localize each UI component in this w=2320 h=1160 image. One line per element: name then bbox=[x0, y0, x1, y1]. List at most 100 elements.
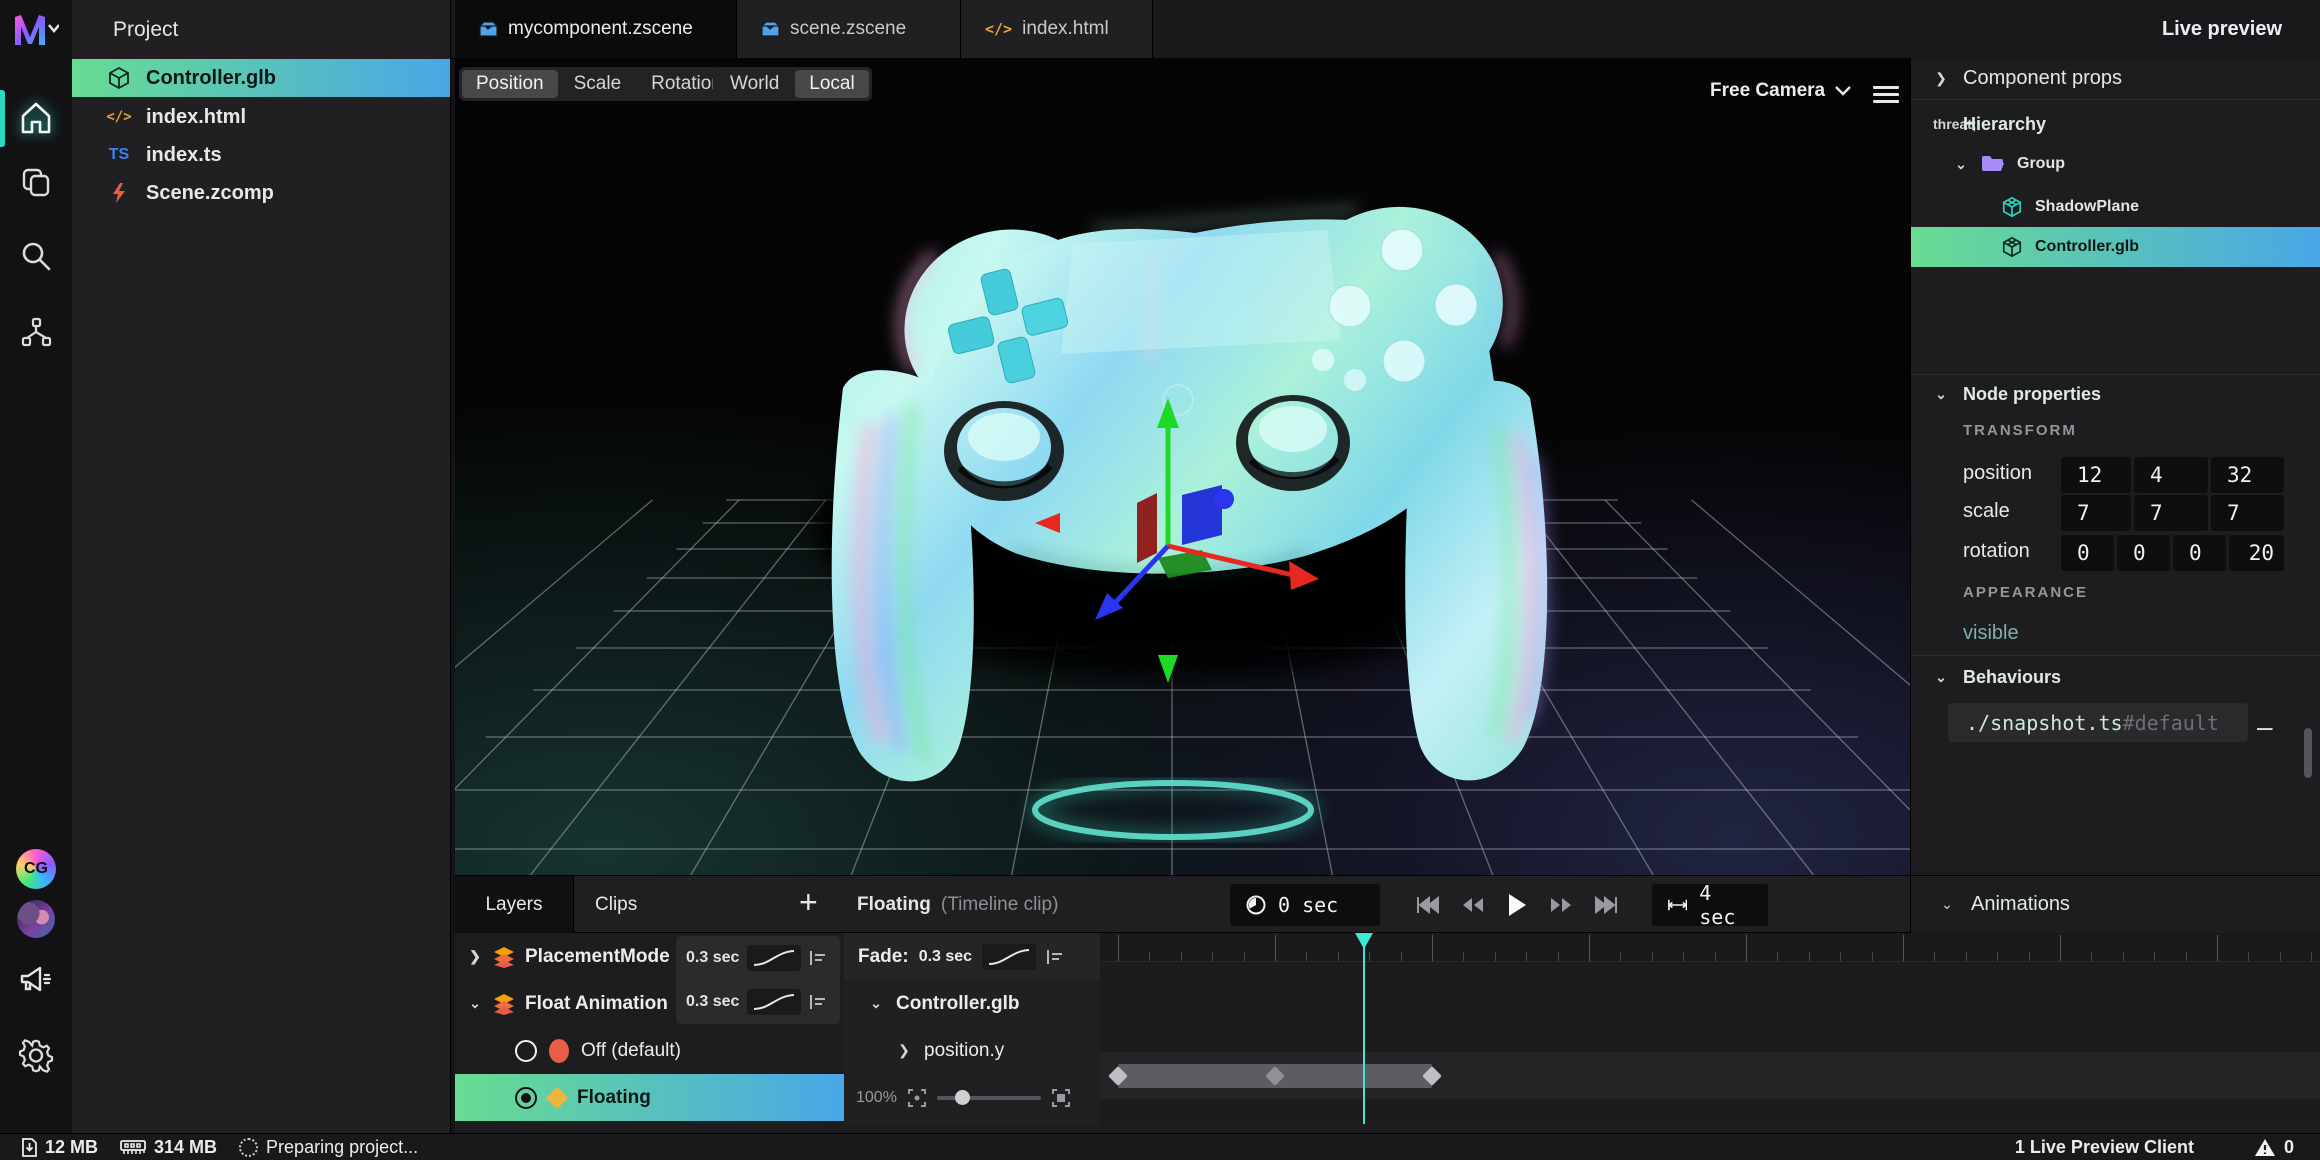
user-avatar[interactable]: CG bbox=[0, 848, 72, 890]
hierarchy-item-group[interactable]: ⌄ Group bbox=[1911, 144, 2320, 184]
layer-name: PlacementMode bbox=[525, 946, 670, 968]
zoom-fit-icon[interactable] bbox=[907, 1088, 927, 1108]
section-component-props[interactable]: ❯ Component props bbox=[1911, 58, 2320, 100]
search-button[interactable] bbox=[0, 232, 72, 280]
node-label: ShadowPlane bbox=[2035, 198, 2139, 216]
viewport-3d[interactable]: Position Scale Rotation World Local Free… bbox=[455, 58, 1910, 875]
keyframe-area[interactable]: 0s1s2s3s4s5s6s7s bbox=[1100, 933, 2320, 1124]
warnings-counter[interactable]: 0 bbox=[2254, 1137, 2294, 1158]
ram-icon bbox=[120, 1139, 146, 1155]
scale-x-field[interactable]: 7 bbox=[2061, 495, 2131, 531]
zoom-fill-icon[interactable] bbox=[1051, 1088, 1071, 1108]
current-time-display[interactable]: 0 sec bbox=[1230, 884, 1380, 926]
file-item-scene-zcomp[interactable]: Scene.zcomp bbox=[72, 174, 450, 212]
track-name: position.y bbox=[924, 1040, 1004, 1062]
chevron-down-icon bbox=[1835, 86, 1851, 96]
viewport-menu-button[interactable] bbox=[1873, 82, 1899, 107]
zoom-slider-knob[interactable] bbox=[955, 1090, 970, 1105]
section-animations[interactable]: ⌄ Animations bbox=[1910, 876, 2320, 933]
remove-behaviour-button[interactable]: – bbox=[2257, 711, 2273, 743]
fade-row: Fade: 0.3 sec bbox=[844, 933, 1100, 980]
scale-y-field[interactable]: 7 bbox=[2134, 495, 2208, 531]
space-toggle: World Local bbox=[713, 67, 872, 101]
duration-display[interactable]: 4 sec bbox=[1652, 884, 1768, 926]
layer-row-float-animation[interactable]: ⌄ Float Animation bbox=[455, 980, 844, 1027]
active-clip-type: (Timeline clip) bbox=[941, 894, 1059, 916]
scale-label: scale bbox=[1963, 500, 2010, 523]
mode-scale-button[interactable]: Scale bbox=[560, 70, 636, 98]
mode-position-button[interactable]: Position bbox=[462, 70, 558, 98]
layer-stack-icon bbox=[493, 993, 515, 1015]
appearance-category-label: APPEARANCE bbox=[1963, 584, 2088, 601]
settings-button[interactable] bbox=[0, 1032, 72, 1080]
profile-avatar[interactable] bbox=[0, 898, 72, 940]
space-local-button[interactable]: Local bbox=[795, 70, 868, 98]
skip-start-button[interactable] bbox=[1415, 896, 1439, 914]
analog-stick-right bbox=[1236, 395, 1350, 491]
announcements-button[interactable] bbox=[0, 956, 72, 1002]
tab-clips[interactable]: Clips bbox=[595, 876, 637, 933]
layer-row-placementmode[interactable]: ❯ PlacementMode bbox=[455, 933, 844, 980]
rotation-x-field[interactable]: 0 bbox=[2061, 535, 2114, 571]
transform-mode-toggle: Position Scale Rotation bbox=[459, 67, 739, 101]
tab-layers[interactable]: Layers bbox=[455, 876, 574, 933]
script-path: ./snapshot.ts bbox=[1966, 711, 2123, 735]
playhead[interactable] bbox=[1363, 947, 1365, 1124]
file-item-index-ts[interactable]: TS index.ts bbox=[72, 136, 450, 174]
chevron-down-icon: ⌄ bbox=[1933, 386, 1949, 403]
typescript-icon: TS bbox=[106, 146, 132, 164]
rewind-button[interactable] bbox=[1461, 896, 1485, 914]
position-x-field[interactable]: 12 bbox=[2061, 457, 2131, 493]
space-world-button[interactable]: World bbox=[716, 70, 793, 98]
scale-z-field[interactable]: 7 bbox=[2211, 495, 2284, 531]
tab-scene-zscene[interactable]: scene.zscene bbox=[737, 0, 961, 58]
file-item-index-html[interactable]: </> index.html bbox=[72, 98, 450, 136]
analog-stick-left bbox=[944, 401, 1064, 501]
pages-button[interactable] bbox=[0, 158, 72, 206]
track-row-position-y[interactable]: ❯ position.y bbox=[844, 1027, 1100, 1074]
align-icon[interactable] bbox=[1046, 949, 1064, 965]
clip-row-floating[interactable]: Floating bbox=[455, 1074, 844, 1121]
clip-row-off-default[interactable]: Off (default) bbox=[455, 1027, 844, 1074]
live-preview-clients[interactable]: 1 Live Preview Client bbox=[2015, 1137, 2194, 1158]
rotation-y-field[interactable]: 0 bbox=[2117, 535, 2170, 571]
timeline-ruler[interactable]: 0s1s2s3s4s5s6s7s bbox=[1100, 933, 2320, 962]
warning-icon bbox=[2254, 1138, 2276, 1157]
skip-end-button[interactable] bbox=[1595, 896, 1619, 914]
project-panel: Project Controller.glb </> index.html TS… bbox=[72, 0, 451, 1133]
section-title: Hierarchy bbox=[1963, 114, 2046, 135]
rotation-z-field[interactable]: 0 bbox=[2173, 535, 2226, 571]
radio-selected-icon[interactable] bbox=[515, 1087, 537, 1109]
rotation-w-field[interactable]: 20 bbox=[2229, 535, 2284, 571]
behaviour-script-chip[interactable]: ./snapshot.ts#default bbox=[1948, 703, 2248, 742]
tab-mycomponent-zscene[interactable]: mycomponent.zscene bbox=[455, 0, 737, 58]
radio-unselected-icon[interactable] bbox=[515, 1040, 537, 1062]
camera-selector[interactable]: Free Camera bbox=[1710, 80, 1851, 102]
track-row-controller-glb[interactable]: ⌄ Controller.glb bbox=[844, 980, 1100, 1027]
scene-graph-button[interactable] bbox=[0, 308, 72, 356]
node-properties-header[interactable]: ⌄ Node properties bbox=[1911, 374, 2320, 414]
live-preview-label[interactable]: Live preview bbox=[2162, 0, 2282, 58]
app-logo[interactable] bbox=[0, 8, 72, 52]
fast-forward-button[interactable] bbox=[1549, 896, 1573, 914]
position-y-field[interactable]: 4 bbox=[2134, 457, 2208, 493]
ease-curve-button[interactable] bbox=[982, 944, 1036, 970]
play-button[interactable] bbox=[1507, 893, 1527, 917]
file-item-controller-glb[interactable]: Controller.glb bbox=[72, 59, 450, 97]
node-label: Controller.glb bbox=[2035, 238, 2139, 256]
section-title: Component props bbox=[1963, 67, 2122, 90]
html-code-icon: </> bbox=[985, 20, 1012, 38]
timeline-header: Layers Clips + Floating (Timeline clip) … bbox=[455, 876, 2320, 933]
fade-duration[interactable]: 0.3 sec bbox=[919, 948, 972, 966]
hierarchy-header[interactable]: threat; Hierarchy bbox=[1911, 104, 2320, 144]
zoom-slider[interactable] bbox=[937, 1096, 1041, 1100]
position-z-field[interactable]: 32 bbox=[2211, 457, 2284, 493]
behaviours-header[interactable]: ⌄ Behaviours bbox=[1911, 655, 2320, 699]
chevron-right-icon: ❯ bbox=[896, 1042, 912, 1059]
hierarchy-item-controller-glb[interactable]: Controller.glb bbox=[1911, 227, 2320, 267]
playhead-handle[interactable] bbox=[1355, 933, 1373, 949]
home-button[interactable] bbox=[0, 92, 72, 144]
tab-index-html[interactable]: </> index.html bbox=[961, 0, 1153, 58]
add-clip-button[interactable]: + bbox=[799, 884, 818, 921]
hierarchy-item-shadowplane[interactable]: ShadowPlane bbox=[1911, 187, 2320, 227]
